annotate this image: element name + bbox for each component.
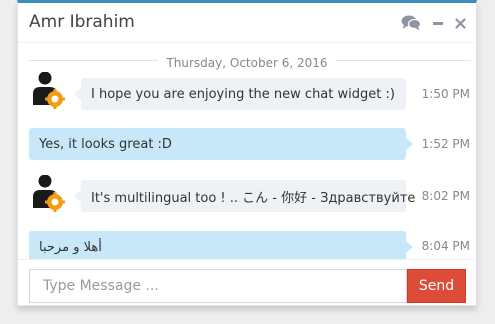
user-cog-icon	[33, 71, 65, 109]
message-time: 1:50 PM	[421, 87, 470, 101]
message-bubble: Yes, it looks great :D	[29, 128, 413, 160]
close-icon[interactable]	[455, 17, 466, 29]
message-input[interactable]	[29, 269, 407, 303]
message-incoming: I hope you are enjoying the new chat wid…	[18, 71, 476, 111]
message-bubble: It's multilingual too ! .. こん - 你好 - Здр…	[74, 180, 415, 212]
chat-header: Amr Ibrahim	[18, 3, 476, 43]
message-outgoing: Yes, it looks great :D 1:52 PM	[18, 128, 476, 164]
message-time: 8:02 PM	[421, 189, 470, 203]
send-button[interactable]: Send	[407, 269, 466, 303]
minimize-icon[interactable]	[432, 17, 444, 29]
user-cog-icon	[33, 174, 65, 212]
message-time: 1:52 PM	[421, 137, 470, 151]
header-tools	[401, 15, 466, 31]
avatar	[30, 71, 66, 109]
message-bubble: I hope you are enjoying the new chat wid…	[74, 78, 406, 110]
chat-composer: Send	[18, 259, 476, 305]
date-label: Thursday, October 6, 2016	[158, 56, 336, 70]
message-outgoing: أهلا و مرحبا 8:04 PM	[18, 231, 476, 263]
chat-title: Amr Ibrahim	[29, 12, 135, 32]
date-divider: Thursday, October 6, 2016	[18, 44, 476, 78]
chat-widget: Amr Ibrahim Thursday, October 6, 2016 I …	[17, 0, 477, 306]
message-incoming: It's multilingual too ! .. こん - 你好 - Здр…	[18, 174, 476, 215]
message-time: 8:04 PM	[421, 239, 470, 253]
comments-icon[interactable]	[401, 15, 421, 31]
avatar	[30, 174, 66, 212]
